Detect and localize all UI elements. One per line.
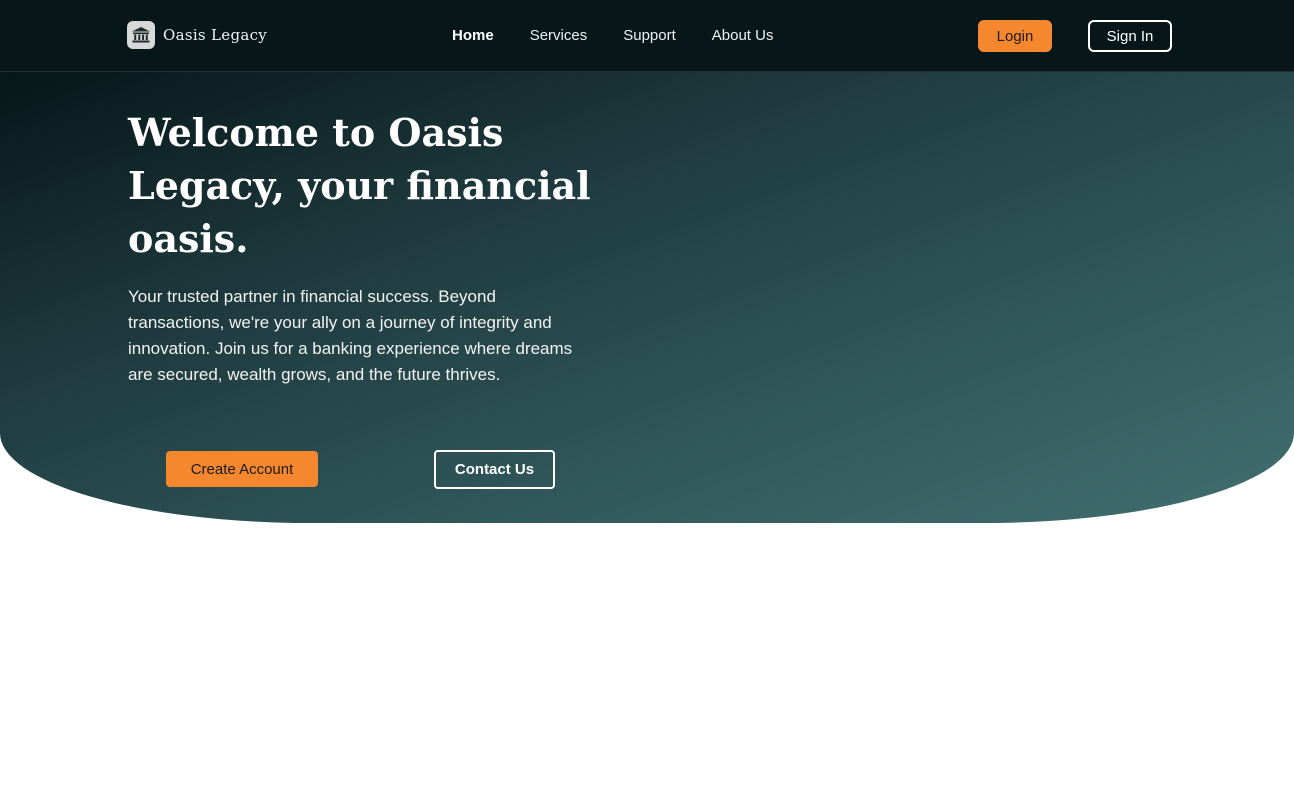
bank-icon — [127, 21, 155, 49]
create-account-button[interactable]: Create Account — [166, 451, 318, 487]
top-navbar: Oasis Legacy Home Services Support About… — [0, 0, 1294, 72]
main-nav: Home Services Support About Us — [452, 26, 809, 46]
nav-item-services[interactable]: Services — [530, 26, 588, 46]
nav-item-support[interactable]: Support — [623, 26, 676, 46]
sign-in-button[interactable]: Sign In — [1088, 20, 1172, 52]
nav-item-about-us[interactable]: About Us — [712, 26, 774, 46]
hero-description: Your trusted partner in financial succes… — [128, 287, 573, 384]
brand-logo[interactable]: Oasis Legacy — [127, 20, 267, 50]
hero-title: Welcome to Oasis Legacy, your financial … — [128, 110, 591, 261]
login-button[interactable]: Login — [978, 20, 1052, 52]
brand-name: Oasis Legacy — [163, 26, 268, 44]
page: Oasis Legacy Home Services Support About… — [0, 0, 1294, 807]
contact-us-button[interactable]: Contact Us — [434, 450, 555, 489]
nav-item-home[interactable]: Home — [452, 26, 494, 46]
